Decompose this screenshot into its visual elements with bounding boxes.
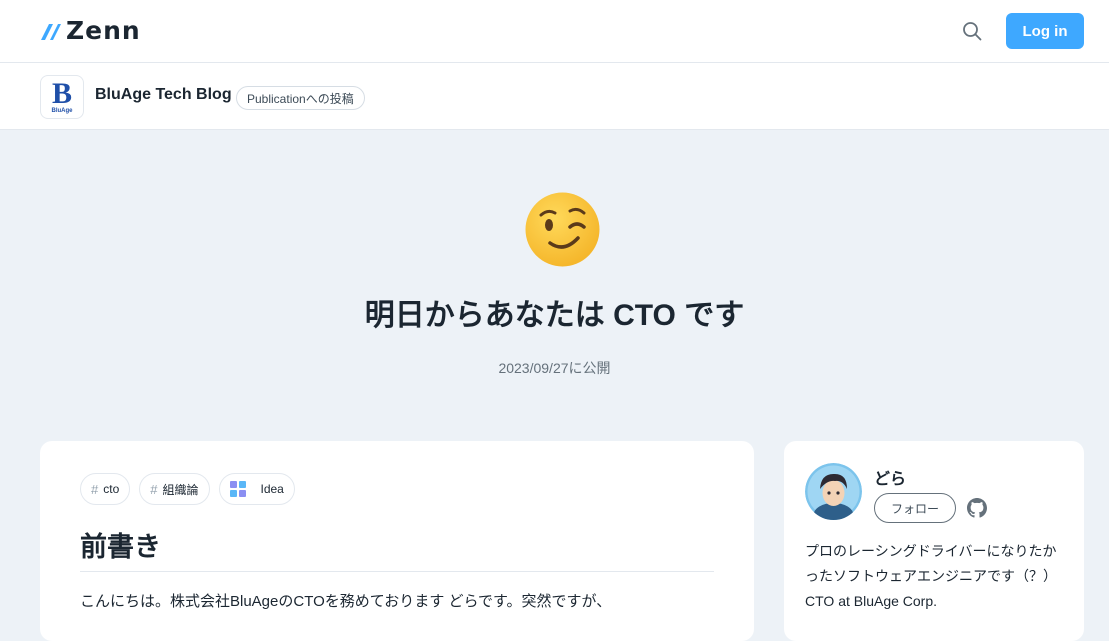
hash-icon: # (150, 481, 158, 497)
publication-logo-mark: B (51, 76, 72, 110)
author-card: どら フォロー プロのレーシングドライバーになりたかったソフトウェアエンジニアで… (784, 441, 1084, 641)
intro-paragraph: こんにちは。株式会社BluAgeのCTOを務めております どらです。突然ですが、 (80, 593, 612, 610)
tag-label: Idea (260, 482, 284, 496)
tag-cto[interactable]: # cto (80, 473, 131, 505)
publication-badge: Publicationへの投稿 (236, 86, 365, 110)
site-header: Zenn Log in (0, 0, 1109, 63)
idea-icon (229, 481, 246, 497)
publication-logo[interactable]: B BluAge (40, 75, 84, 119)
winking-face-emoji (525, 192, 600, 267)
author-avatar[interactable] (805, 463, 862, 520)
tag-organization[interactable]: # 組織論 (139, 473, 210, 505)
follow-button[interactable]: フォロー (874, 493, 956, 523)
logo-text: Zenn (66, 16, 141, 45)
publication-logo-sub: BluAge (51, 107, 73, 114)
hash-icon: # (91, 481, 99, 497)
section-heading: 前書き (80, 532, 161, 562)
topic-tags: # cto # 組織論 Idea (80, 473, 295, 505)
github-icon[interactable] (967, 498, 987, 518)
zenn-logo[interactable]: Zenn (40, 18, 141, 44)
tag-label: cto (103, 482, 120, 496)
publication-name[interactable]: BluAge Tech Blog (95, 86, 232, 104)
search-button[interactable] (958, 17, 986, 45)
tag-idea[interactable]: Idea (218, 473, 295, 505)
tag-label: 組織論 (162, 482, 199, 497)
published-date: 2023/09/27に公開 (498, 360, 611, 376)
login-button[interactable]: Log in (1006, 13, 1084, 49)
author-bio: プロのレーシングドライバーになりたかったソフトウェアエンジニアです（？） CTO… (805, 543, 1057, 609)
zenn-logo-icon (41, 24, 61, 40)
author-name[interactable]: どら (874, 465, 906, 489)
article-body: # cto # 組織論 Idea 前書き こんにちは。株式会社BluAgeのCT… (40, 441, 754, 641)
heading-divider (80, 571, 714, 572)
article-title: 明日からあなたは CTO です (364, 299, 745, 332)
search-icon (963, 22, 982, 41)
